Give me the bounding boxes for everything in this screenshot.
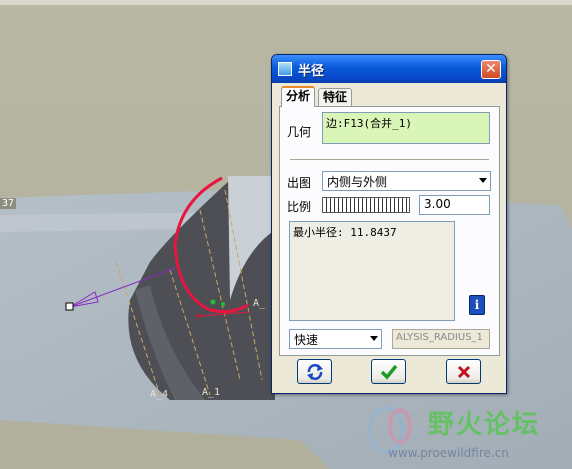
chevron-down-icon (479, 178, 487, 183)
scale-input[interactable]: 3.00 (419, 195, 490, 215)
tab-panel: 几何 边:F13(合并_1) 出图 内侧与外侧 比例 3.00 最小半径: 11… (279, 106, 500, 356)
chevron-down-icon (370, 336, 378, 341)
tab-analysis[interactable]: 分析 (281, 86, 316, 107)
ok-button[interactable] (371, 359, 406, 384)
geometry-field[interactable]: 边:F13(合并_1) (322, 112, 490, 144)
window-icon (278, 62, 292, 76)
dialog-titlebar[interactable]: 半径 ✕ (272, 55, 506, 83)
close-icon (457, 365, 470, 378)
repeat-button[interactable] (297, 359, 332, 384)
close-button[interactable]: ✕ (481, 60, 501, 79)
axis-label-a1: A_1 (202, 387, 220, 398)
analysis-name-field[interactable]: ALYSIS_RADIUS_1 (392, 329, 490, 349)
checkmark-icon (380, 364, 397, 380)
watermark-title: 野火论坛 (428, 410, 541, 440)
mode-select-value: 快速 (294, 333, 319, 347)
dialog-title: 半径 (298, 63, 325, 79)
tab-feature[interactable]: 特征 (318, 88, 353, 107)
info-icon[interactable]: i (469, 295, 485, 315)
plot-select[interactable]: 内侧与外侧 (322, 171, 491, 191)
plot-select-value: 内侧与外侧 (327, 175, 388, 189)
result-box: 最小半径: 11.8437 (289, 221, 455, 321)
cancel-button[interactable] (446, 359, 481, 384)
plot-label: 出图 (287, 176, 312, 190)
refresh-icon (306, 363, 323, 380)
axis-label-a: A_ (253, 298, 266, 309)
axis-label-a4: A_4 (150, 389, 168, 400)
mode-select[interactable]: 快速 (289, 329, 382, 349)
radius-dialog: 半径 ✕ 分析 特征 几何 边:F13(合并_1) 出图 内侧与外侧 比例 3.… (271, 54, 507, 394)
corner-readout: 37 (0, 198, 17, 209)
divider (290, 159, 489, 161)
geometry-label: 几何 (287, 125, 312, 139)
scale-slider[interactable] (322, 197, 410, 213)
watermark-url: www.proewildfire.cn (388, 446, 509, 460)
scale-label: 比例 (287, 200, 312, 214)
